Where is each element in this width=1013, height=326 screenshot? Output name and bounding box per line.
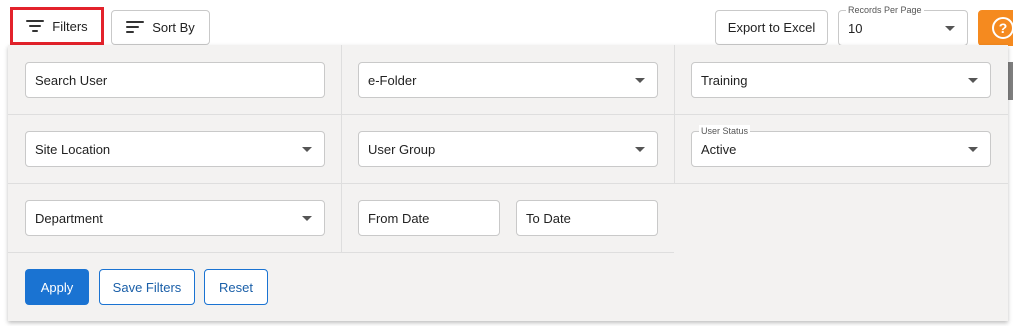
user-status-label: User Status — [699, 125, 751, 137]
from-date-input[interactable]: From Date — [358, 200, 500, 236]
filters-label: Filters — [52, 18, 88, 34]
save-filters-button[interactable]: Save Filters — [99, 269, 195, 305]
chevron-down-icon — [302, 216, 312, 221]
grid-divider — [8, 114, 1008, 115]
chevron-down-icon — [968, 78, 978, 83]
reset-button[interactable]: Reset — [204, 269, 268, 305]
site-location-select[interactable]: Site Location — [25, 131, 325, 167]
help-button[interactable]: ? — [978, 10, 1013, 46]
apply-button[interactable]: Apply — [25, 269, 89, 305]
sort-icon — [126, 21, 145, 34]
user-status-select[interactable]: User Status Active — [691, 125, 991, 167]
e-folder-select[interactable]: e-Folder — [358, 62, 658, 98]
filter-icon — [26, 19, 45, 33]
sort-by-label: Sort By — [152, 20, 195, 35]
training-select[interactable]: Training — [691, 62, 991, 98]
grid-divider — [8, 252, 674, 253]
department-select[interactable]: Department — [25, 200, 325, 236]
filters-button[interactable]: Filters — [10, 7, 104, 45]
search-user-input[interactable]: Search User — [25, 62, 325, 98]
grid-divider — [341, 45, 342, 252]
site-location-value: Site Location — [35, 142, 111, 157]
records-per-page-value: 10 — [848, 21, 863, 36]
to-date-placeholder: To Date — [526, 211, 571, 226]
export-to-excel-button[interactable]: Export to Excel — [715, 10, 828, 45]
e-folder-value: e-Folder — [368, 73, 417, 88]
department-value: Department — [35, 211, 103, 226]
user-status-value: Active — [701, 142, 737, 157]
to-date-input[interactable]: To Date — [516, 200, 658, 236]
user-group-select[interactable]: User Group — [358, 131, 658, 167]
chevron-down-icon — [968, 147, 978, 152]
records-per-page-label: Records Per Page — [846, 4, 924, 16]
training-value: Training — [701, 73, 748, 88]
grid-divider — [8, 183, 1008, 184]
from-date-placeholder: From Date — [368, 211, 430, 226]
chevron-down-icon — [635, 147, 645, 152]
help-icon: ? — [992, 17, 1013, 39]
sort-by-button[interactable]: Sort By — [111, 10, 210, 45]
user-group-value: User Group — [368, 142, 436, 157]
chevron-down-icon — [302, 147, 312, 152]
records-per-page-select[interactable]: Records Per Page 10 — [838, 4, 968, 46]
chevron-down-icon — [635, 78, 645, 83]
search-user-placeholder: Search User — [35, 73, 108, 88]
export-label: Export to Excel — [727, 20, 816, 35]
chevron-down-icon — [945, 26, 955, 31]
